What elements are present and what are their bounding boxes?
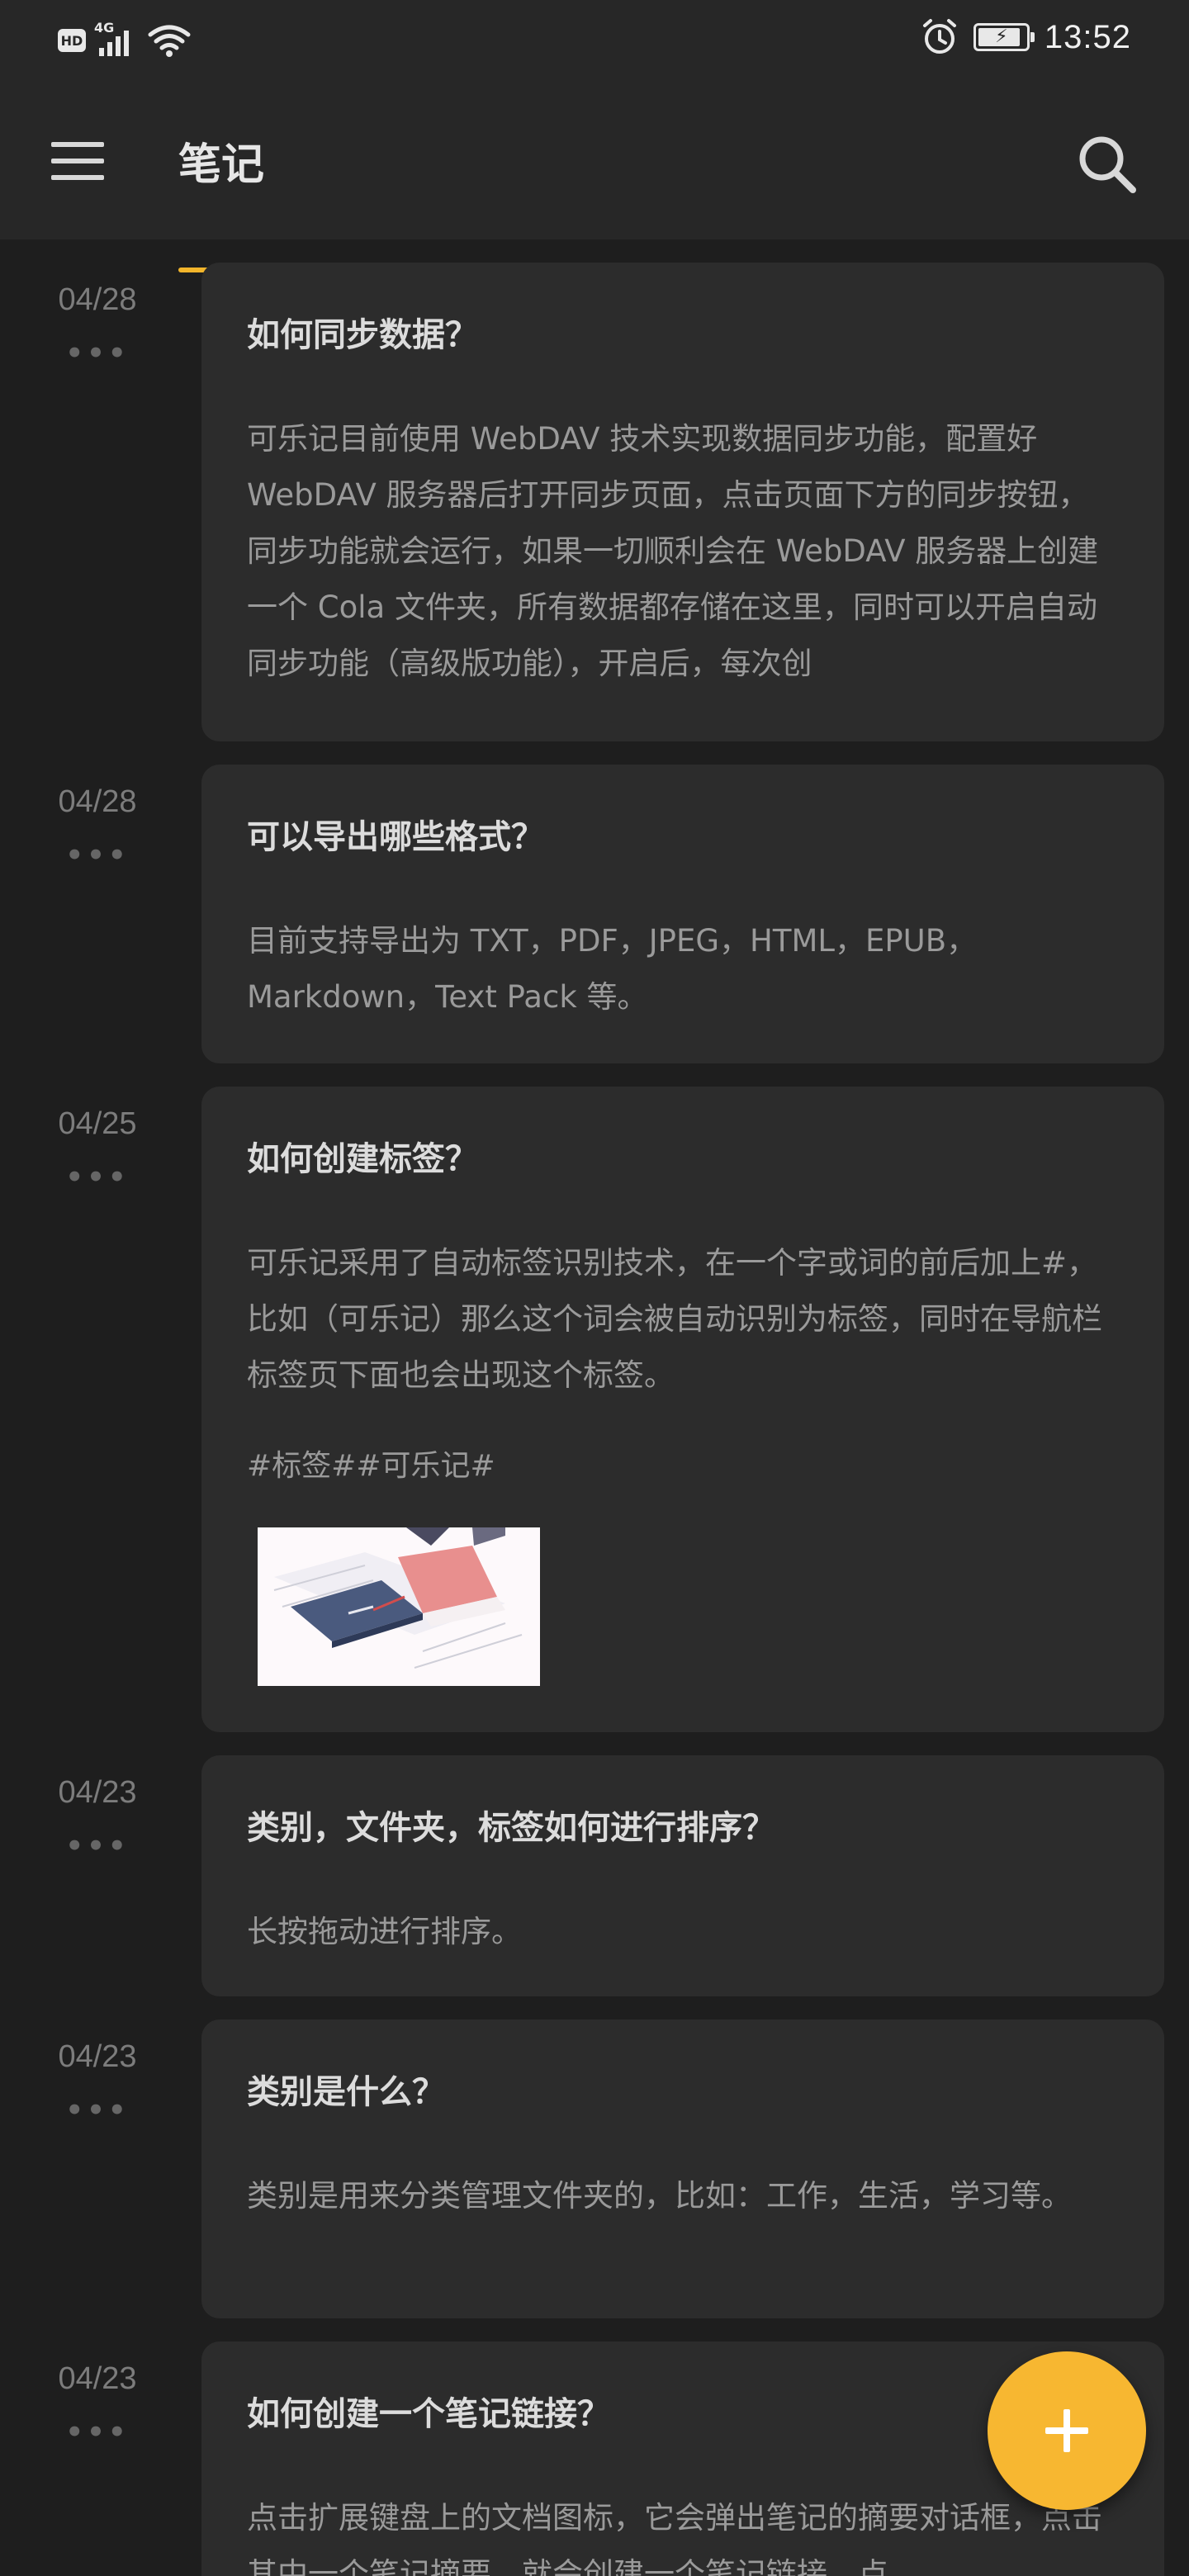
add-note-button[interactable] [988, 2351, 1146, 2510]
status-bar: HD 4G ⚡ 13:52 [0, 0, 1189, 83]
wifi-icon [148, 25, 191, 57]
note-body: 长按拖动进行排序。 [247, 1914, 522, 1949]
app-bar: 笔记 [0, 83, 1189, 272]
signal-icon: 4G [94, 20, 139, 59]
note-title: 可以导出哪些格式？ [247, 818, 544, 856]
note-image [258, 1527, 540, 1686]
note-body: 可乐记目前使用 WebDAV 技术实现数据同步功能，配置好 WebDAV 服务器… [247, 421, 1099, 681]
note-title: 如何同步数据？ [247, 316, 478, 354]
note-title: 类别，文件夹，标签如何进行排序？ [247, 1809, 775, 1847]
battery-charging-icon: ⚡ [973, 23, 1035, 51]
note-date: 04/23 [58, 1775, 137, 1810]
search-icon [1079, 136, 1136, 193]
note-card[interactable]: 类别是什么？ 类别是用来分类管理文件夹的，比如：工作，生活，学习等。 [201, 2020, 1164, 2318]
plus-icon [1045, 2409, 1088, 2452]
notes-app: HD 4G ⚡ 13:52 笔记 04/28 ••• 如何同步数据？ 可乐记目前… [0, 0, 1189, 2576]
note-body: 类别是用来分类管理文件夹的，比如：工作，生活，学习等。 [247, 2178, 1072, 2214]
menu-icon [51, 142, 104, 180]
note-title: 类别是什么？ [247, 2073, 445, 2111]
note-date: 04/23 [58, 2039, 137, 2074]
note-card[interactable]: 如何同步数据？ 可乐记目前使用 WebDAV 技术实现数据同步功能，配置好 We… [201, 263, 1164, 741]
note-card[interactable]: 可以导出哪些格式？ 目前支持导出为 TXT，PDF，JPEG，HTML，EPUB… [201, 765, 1164, 1063]
note-date: 04/28 [58, 784, 137, 819]
status-left: HD 4G [58, 20, 192, 59]
page-title: 笔记 [178, 140, 265, 190]
note-title: 如何创建标签？ [247, 1140, 478, 1178]
more-options-icon[interactable]: ••• [0, 337, 195, 370]
more-options-icon[interactable]: ••• [0, 839, 195, 872]
note-date: 04/28 [58, 282, 137, 317]
status-time: 13:52 [1044, 18, 1131, 55]
more-options-icon[interactable]: ••• [0, 2094, 195, 2127]
tab-notes[interactable]: 笔记 [178, 132, 274, 272]
more-options-icon[interactable]: ••• [0, 2416, 195, 2449]
more-options-icon[interactable]: ••• [0, 1161, 195, 1194]
note-body: 可乐记采用了自动标签识别技术，在一个字或词的前后加上#，比如（可乐记）那么这个词… [247, 1245, 1102, 1393]
more-options-icon[interactable]: ••• [0, 1830, 195, 1863]
note-tags: #标签##可乐记# [247, 1449, 495, 1483]
menu-button[interactable] [50, 137, 106, 185]
status-right: ⚡ 13:52 [921, 17, 1131, 58]
note-date: 04/25 [58, 1106, 137, 1141]
note-date: 04/23 [58, 2361, 137, 2396]
notebook-illustration-icon [258, 1527, 540, 1686]
alarm-icon [922, 19, 956, 54]
search-button[interactable] [1075, 132, 1138, 195]
note-body: 目前支持导出为 TXT，PDF，JPEG，HTML，EPUB，Markdown，… [247, 923, 978, 1015]
hd-icon: HD [58, 29, 86, 52]
note-card[interactable]: 类别，文件夹，标签如何进行排序？ 长按拖动进行排序。 [201, 1755, 1164, 1996]
note-card[interactable]: 如何创建标签？ 可乐记采用了自动标签识别技术，在一个字或词的前后加上#，比如（可… [201, 1087, 1164, 1732]
note-body: 点击扩展键盘上的文档图标，它会弹出笔记的摘要对话框，点击其中一个笔记摘要，就会创… [247, 2500, 1102, 2576]
